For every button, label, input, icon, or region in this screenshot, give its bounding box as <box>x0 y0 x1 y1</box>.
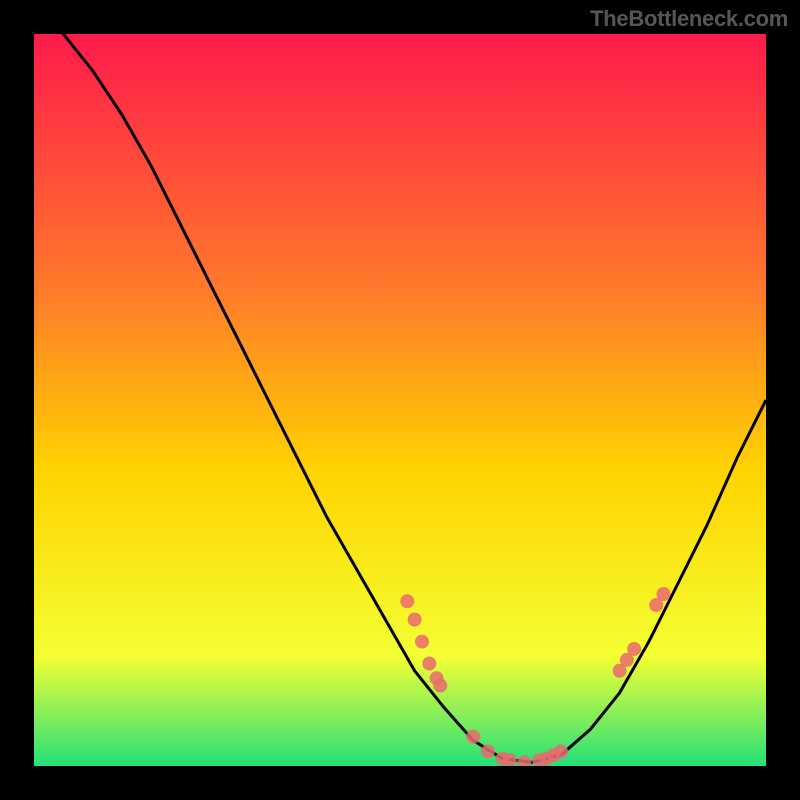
data-marker <box>400 594 414 608</box>
data-marker <box>627 642 641 656</box>
data-marker <box>466 730 480 744</box>
chart-canvas: TheBottleneck.com <box>0 0 800 800</box>
plot-area <box>34 34 766 766</box>
data-marker <box>422 657 436 671</box>
data-marker <box>657 587 671 601</box>
data-marker <box>415 635 429 649</box>
data-marker <box>433 679 447 693</box>
gradient-background <box>34 34 766 766</box>
data-marker <box>554 744 568 758</box>
plot-svg <box>34 34 766 766</box>
data-marker <box>481 744 495 758</box>
watermark-text: TheBottleneck.com <box>590 6 788 32</box>
data-marker <box>408 613 422 627</box>
